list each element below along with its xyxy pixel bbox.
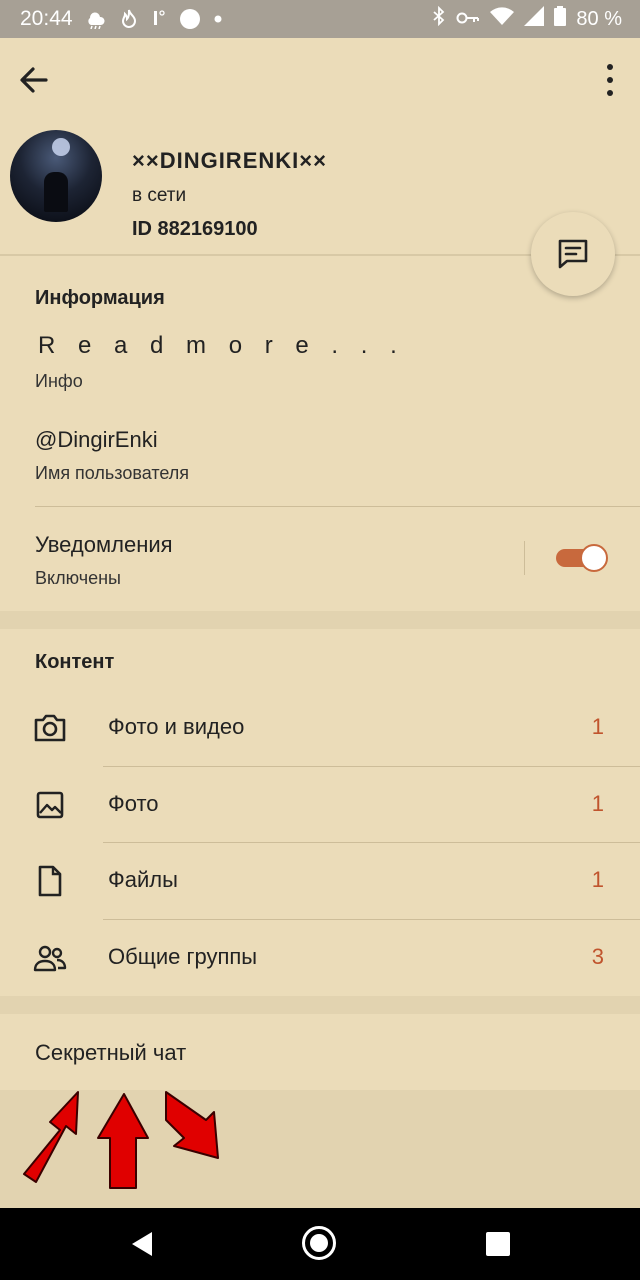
nav-recent-icon[interactable] [486, 1232, 510, 1256]
avatar[interactable] [10, 130, 102, 222]
bio-label: Инфо [35, 371, 83, 391]
arrow-up-icon [97, 1093, 149, 1189]
secret-chat-button[interactable]: Секретный чат [35, 1040, 186, 1066]
battery-percent: 80 % [576, 7, 622, 30]
profile-name: ××DINGIRENKI×× [132, 148, 327, 173]
red-arrows-annotation [23, 1091, 219, 1189]
back-button[interactable] [14, 60, 54, 100]
status-time: 20:44 [20, 7, 73, 30]
arrow-left-icon [20, 67, 48, 93]
content-item-count: 1 [591, 867, 604, 892]
content-section-title: Контент [35, 651, 115, 673]
message-button[interactable] [531, 212, 615, 296]
content-item-photo-video[interactable]: Фото и видео 1 [0, 690, 640, 766]
divider [35, 506, 640, 507]
profile-id: ID 882169100 [132, 218, 258, 240]
message-icon [558, 239, 588, 269]
more-options-button[interactable] [600, 64, 620, 96]
arrow-up-left-icon [165, 1091, 219, 1159]
content-item-label: Фото и видео [108, 714, 245, 739]
toolbar [0, 38, 640, 118]
content-item-count: 1 [591, 791, 604, 816]
flame-icon [119, 9, 139, 29]
file-icon [38, 865, 62, 897]
nav-home-icon[interactable] [302, 1226, 336, 1260]
notifications-state: Включены [35, 568, 121, 588]
key-icon [456, 8, 480, 31]
battery-icon [554, 6, 567, 32]
content-item-label: Общие группы [108, 944, 258, 969]
content-item-count: 1 [591, 714, 604, 739]
image-icon [36, 791, 64, 819]
notifications-toggle[interactable] [556, 544, 608, 572]
navigation-bar [0, 1208, 640, 1280]
section-gap [0, 611, 640, 629]
bio-text[interactable]: R e a d m o r e . . . [38, 332, 405, 360]
username-value[interactable]: @DingirEnki [35, 427, 158, 453]
users-icon [33, 945, 67, 972]
notifications-separator [524, 541, 525, 575]
content-item-label: Фото [108, 791, 159, 816]
status-bar: 20:44 80 % [0, 0, 640, 38]
profile-status: в сети [132, 185, 187, 206]
bluetooth-icon [432, 5, 446, 32]
weather-rain-icon [85, 9, 107, 29]
temperature-icon [151, 9, 167, 29]
content-item-common-groups[interactable]: Общие группы 3 [0, 920, 640, 996]
section-gap [0, 996, 640, 1014]
signal-icon [524, 6, 545, 32]
wifi-icon [490, 7, 515, 31]
status-right: 80 % [432, 0, 622, 38]
nav-back-icon[interactable] [130, 1230, 154, 1258]
content-item-label: Файлы [108, 867, 178, 892]
notifications-label[interactable]: Уведомления [35, 532, 173, 558]
content-item-files[interactable]: Файлы 1 [0, 843, 640, 919]
info-section-title: Информация [35, 287, 165, 309]
circle-icon [179, 8, 201, 30]
camera-icon [34, 714, 66, 742]
arrow-up-right-icon [23, 1091, 79, 1183]
content-item-count: 3 [591, 944, 604, 969]
more-vertical-icon [607, 64, 613, 70]
content-item-photo[interactable]: Фото 1 [0, 767, 640, 843]
dot-icon [213, 14, 223, 24]
username-label: Имя пользователя [35, 463, 190, 483]
